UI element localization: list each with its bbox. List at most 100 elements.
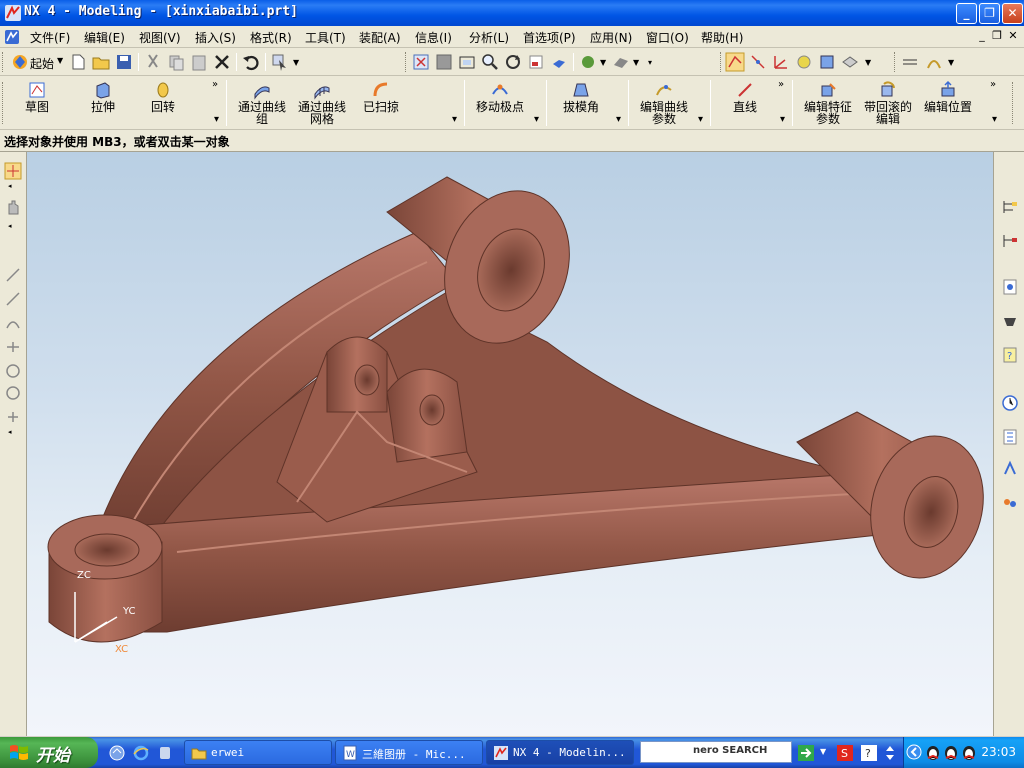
media-player-icon[interactable] (156, 744, 174, 762)
chevron-right-icon[interactable]: » (990, 79, 996, 90)
clock-icon[interactable] (1001, 394, 1019, 412)
quick-pick-icon[interactable] (748, 52, 768, 72)
polyline-icon[interactable] (4, 290, 22, 308)
line-button[interactable]: 直线 (722, 78, 768, 128)
reuse-library-icon[interactable] (1001, 428, 1019, 446)
sketch-button[interactable]: 草图 (14, 78, 60, 128)
taskbar-item-erwei[interactable]: erwei (184, 740, 332, 765)
paste-icon[interactable] (189, 52, 209, 72)
rotate-icon[interactable] (503, 52, 523, 72)
zoom-window-icon[interactable] (457, 52, 477, 72)
assembly-navigator-icon[interactable] (1001, 198, 1019, 216)
chevron-down-icon[interactable]: ▼ (633, 58, 639, 67)
save-icon[interactable] (114, 52, 134, 72)
nero-search-box[interactable]: nero SEARCH (640, 741, 792, 763)
desktop-icon[interactable] (108, 744, 126, 762)
selection-filter-icon[interactable] (270, 52, 290, 72)
go-arrow-icon[interactable] (797, 744, 815, 762)
chevron-down-icon[interactable]: ▾ (214, 114, 219, 125)
extrude-button[interactable]: 拉伸 (80, 78, 126, 128)
cut-icon[interactable] (143, 52, 163, 72)
minimize-button[interactable]: _ (956, 3, 977, 24)
taskbar-item-word[interactable]: W 三維图册 - Mic... (335, 740, 483, 765)
tray-updown-icon[interactable] (882, 744, 898, 762)
menu-assembly[interactable]: 装配(A) (359, 29, 401, 46)
through-curve-mesh-button[interactable]: 通过曲线 网格 (294, 78, 350, 128)
fit-view-icon[interactable] (411, 52, 431, 72)
new-file-icon[interactable] (68, 52, 88, 72)
chevron-down-icon[interactable]: ▾ (698, 114, 703, 125)
chevron-down-icon[interactable]: ▼ (600, 58, 606, 67)
point-tool-icon[interactable] (4, 408, 22, 426)
line-tool-icon[interactable] (4, 266, 22, 284)
chevron-down-icon[interactable]: ◂ (8, 182, 12, 190)
chevron-down-icon[interactable]: ▾ (648, 58, 652, 67)
toolbar-grip[interactable] (894, 52, 897, 72)
taskbar-item-nx[interactable]: NX 4 - Modelin... (486, 740, 634, 765)
menu-preferences[interactable]: 首选项(P) (523, 29, 576, 46)
mdi-minimize-icon[interactable]: _ (975, 29, 989, 43)
menu-information[interactable]: 信息(I) (415, 29, 452, 46)
object-display-icon[interactable] (817, 52, 837, 72)
toolbar-grip[interactable] (1012, 82, 1015, 124)
sogou-icon[interactable]: S (836, 744, 854, 762)
toolbar-grip[interactable] (405, 52, 408, 72)
zoom-icon[interactable] (480, 52, 500, 72)
pan-icon[interactable] (526, 52, 546, 72)
nx-menu-icon[interactable] (4, 29, 20, 45)
menu-edit[interactable]: 编辑(E) (84, 29, 125, 46)
render-style-icon[interactable] (549, 52, 569, 72)
help-icon[interactable]: ? (860, 744, 878, 762)
chevron-down-icon[interactable]: ▼ (293, 58, 299, 67)
snap-grid-icon[interactable] (4, 162, 22, 180)
draft-button[interactable]: 拔模角 (556, 78, 606, 128)
move-pole-button[interactable]: 移动极点 (472, 78, 528, 128)
edit-with-rollback-button[interactable]: 带回滚的 编辑 (860, 78, 916, 128)
menu-help[interactable]: 帮助(H) (701, 29, 743, 46)
hand-icon[interactable] (4, 198, 22, 216)
chevron-down-icon[interactable]: ▾ (992, 114, 997, 125)
internet-explorer-icon[interactable] (132, 744, 150, 762)
arc-tool-icon[interactable] (4, 384, 22, 402)
close-button[interactable]: ✕ (1002, 3, 1023, 24)
show-hidden-icons-icon[interactable] (906, 744, 922, 760)
through-curves-button[interactable]: 通过曲线 组 (234, 78, 290, 128)
clock[interactable]: 23:03 (981, 745, 1016, 759)
chevron-down-icon[interactable]: ▼ (865, 58, 871, 67)
chevron-down-icon[interactable]: ◂ (8, 428, 12, 436)
history-icon[interactable] (1001, 278, 1019, 296)
menu-analysis[interactable]: 分析(L) (469, 29, 509, 46)
qq-penguin-icon[interactable] (942, 743, 960, 761)
display-mode-icon[interactable] (578, 52, 598, 72)
tangent-icon[interactable] (4, 338, 22, 356)
layer-icon[interactable] (794, 52, 814, 72)
shaded-view-icon[interactable] (434, 52, 454, 72)
start-button[interactable]: 开始 (0, 737, 98, 768)
chevron-right-icon[interactable]: » (778, 79, 784, 90)
snap-point-icon[interactable] (725, 52, 745, 72)
mdi-restore-icon[interactable]: ❐ (990, 29, 1004, 43)
revolve-button[interactable]: 回转 (140, 78, 186, 128)
edit-positioning-button[interactable]: 编辑位置 (920, 78, 976, 128)
copy-icon[interactable] (166, 52, 186, 72)
chevron-right-icon[interactable]: » (212, 79, 218, 90)
chevron-down-icon[interactable]: ▼ (948, 58, 954, 67)
toolbar-grip[interactable] (2, 52, 5, 72)
system-materials-icon[interactable] (1001, 494, 1019, 512)
part-navigator-icon[interactable] (1001, 232, 1019, 250)
chevron-down-icon[interactable]: ▾ (780, 114, 785, 125)
measure-distance-icon[interactable] (900, 52, 920, 72)
chevron-down-icon[interactable]: ▾ (452, 114, 457, 125)
qq-penguin-icon[interactable] (960, 743, 978, 761)
menu-insert[interactable]: 插入(S) (195, 29, 236, 46)
edit-curve-parameters-button[interactable]: 编辑曲线 参数 (636, 78, 692, 128)
qq-penguin-icon[interactable] (924, 743, 942, 761)
menu-view[interactable]: 视图(V) (139, 29, 181, 46)
chevron-down-icon[interactable]: ▼ (57, 56, 63, 65)
chevron-down-icon[interactable]: ◂ (8, 222, 12, 230)
undo-icon[interactable] (241, 52, 261, 72)
analysis-icon[interactable] (924, 52, 944, 72)
title-bar[interactable]: NX 4 - Modeling - [xinxiabaibi.prt] _ ❐ … (0, 0, 1024, 26)
toolbar-grip[interactable] (2, 82, 5, 124)
toolbar-grip[interactable] (720, 52, 723, 72)
